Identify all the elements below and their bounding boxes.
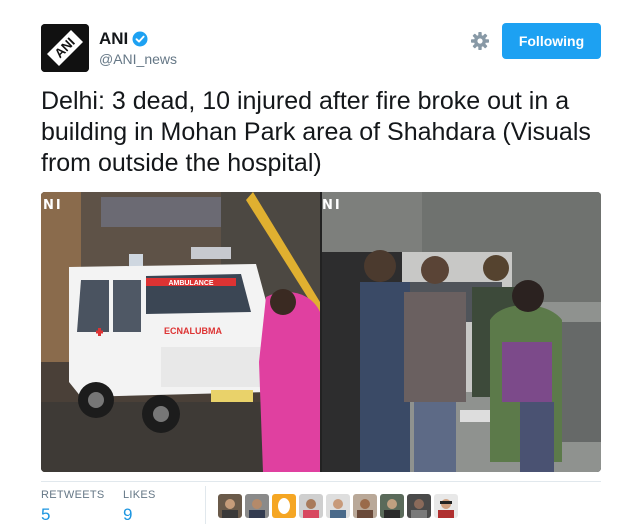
media-photo-crowd[interactable]: NI [322, 192, 601, 472]
ambulance-sign-text: AMBULANCE [168, 280, 213, 287]
account-name[interactable]: ANI [99, 29, 128, 49]
account-name-row[interactable]: ANI [99, 29, 148, 49]
following-button[interactable]: Following [502, 23, 601, 59]
settings-gear-icon[interactable] [470, 31, 490, 51]
crowd-photo-image [322, 192, 601, 472]
stats-separator [205, 486, 206, 524]
liker-avatar[interactable] [326, 494, 350, 518]
liker-avatar[interactable] [245, 494, 269, 518]
ambulance-mirror-text: ECNALUBMA [164, 326, 222, 336]
liker-avatar[interactable] [299, 494, 323, 518]
liker-avatar[interactable] [434, 494, 458, 518]
media-photo-ambulance[interactable]: AMBULANCE ECNALUBMA NI [41, 192, 320, 472]
account-avatar[interactable]: ANI [41, 24, 89, 72]
account-handle[interactable]: @ANI_news [99, 51, 177, 67]
likes-stat[interactable]: LIKES 9 [123, 489, 156, 525]
liker-avatar[interactable] [407, 494, 431, 518]
liker-avatar[interactable] [272, 494, 296, 518]
retweets-stat[interactable]: RETWEETS 5 [41, 489, 105, 525]
liker-avatars[interactable] [218, 494, 458, 518]
ambulance-photo-image: AMBULANCE ECNALUBMA [41, 192, 320, 472]
tweet-media[interactable]: AMBULANCE ECNALUBMA NI NI [41, 192, 601, 472]
likes-count[interactable]: 9 [123, 505, 156, 525]
retweets-label: RETWEETS [41, 489, 105, 501]
tweet-text: Delhi: 3 dead, 10 injured after fire bro… [41, 87, 591, 177]
media-left-watermark: NI [43, 198, 63, 213]
retweets-count[interactable]: 5 [41, 505, 105, 525]
likes-label: LIKES [123, 489, 156, 501]
stats-divider [41, 481, 601, 482]
liker-avatar[interactable] [353, 494, 377, 518]
verified-badge-icon [132, 31, 148, 47]
liker-avatar[interactable] [218, 494, 242, 518]
media-right-watermark: NI [322, 198, 342, 213]
liker-avatar[interactable] [380, 494, 404, 518]
